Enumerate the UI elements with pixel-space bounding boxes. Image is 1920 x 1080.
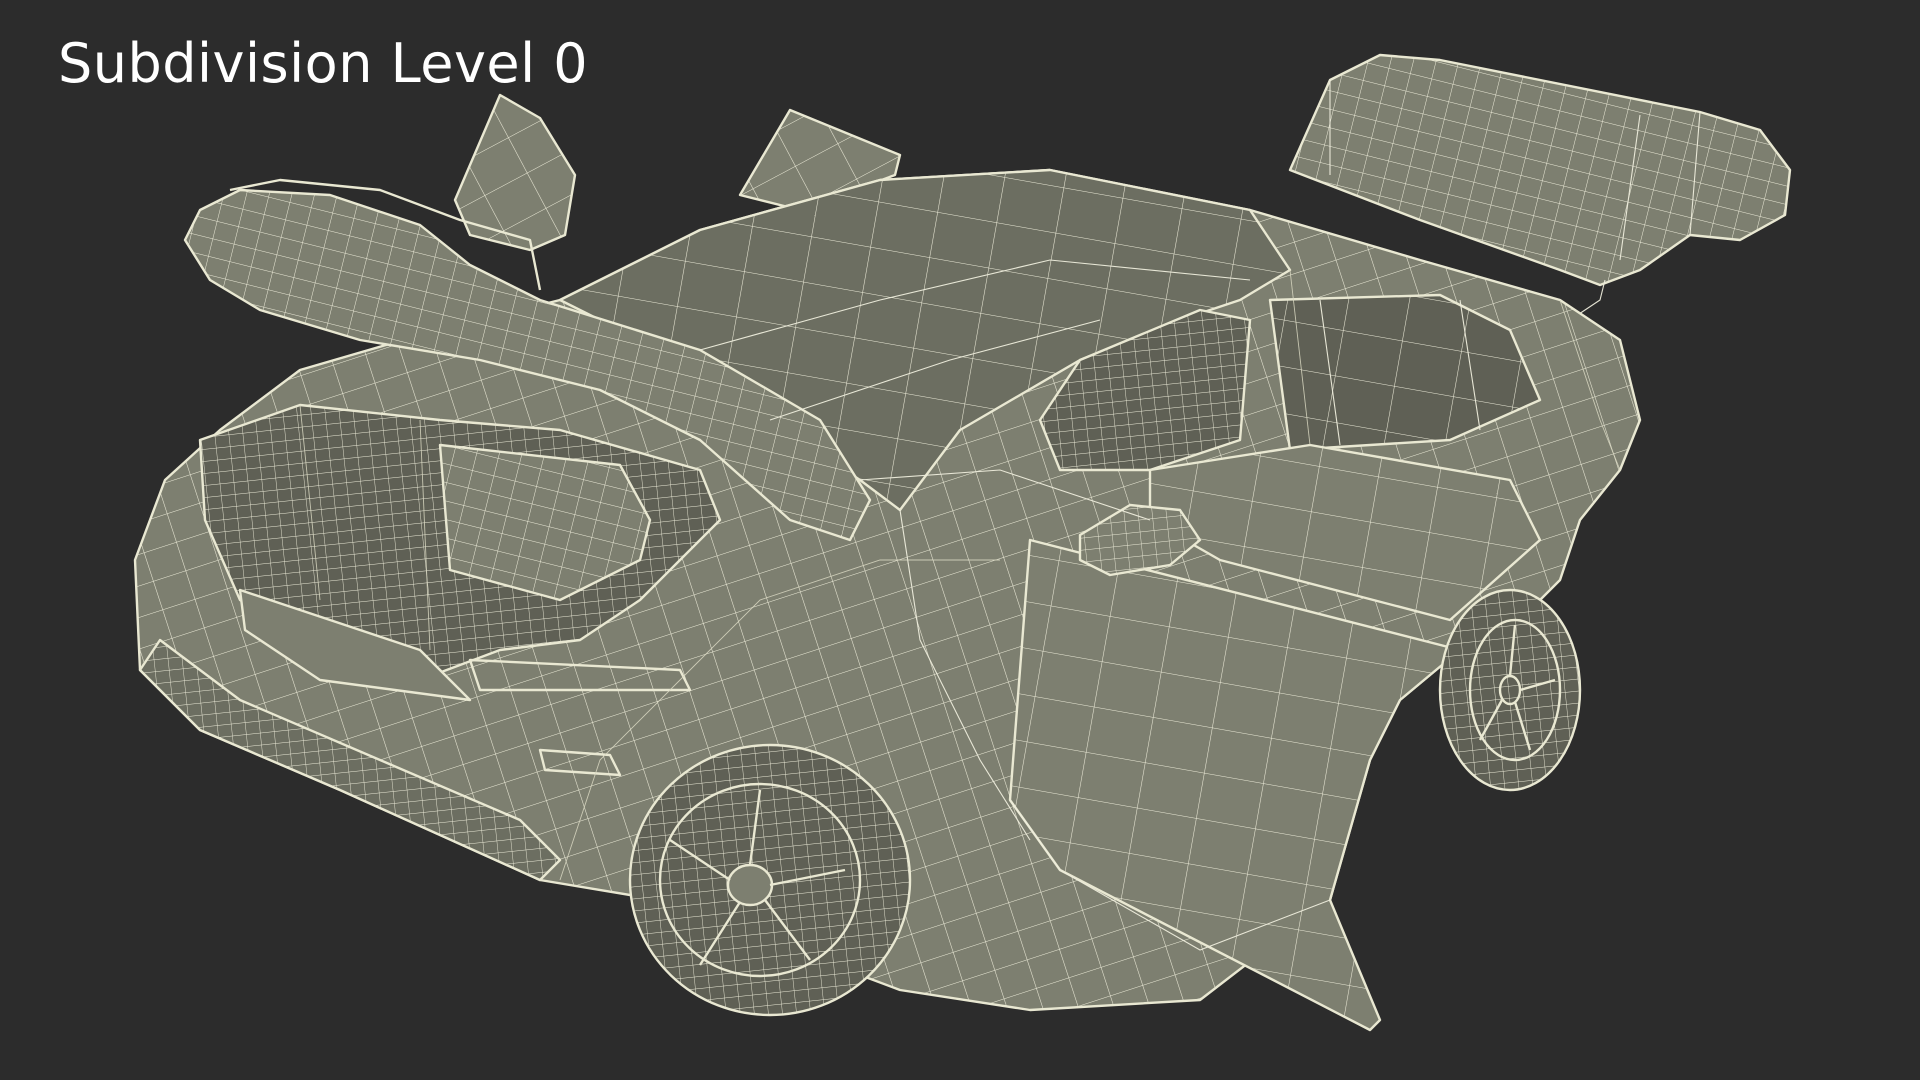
car-wireframe-render [133, 53, 1792, 1032]
viewport: Subdivision Level 0 [0, 0, 1920, 1080]
upper-door-left [453, 93, 577, 252]
front-wheel [628, 743, 912, 1017]
rear-wheel [1438, 588, 1582, 792]
